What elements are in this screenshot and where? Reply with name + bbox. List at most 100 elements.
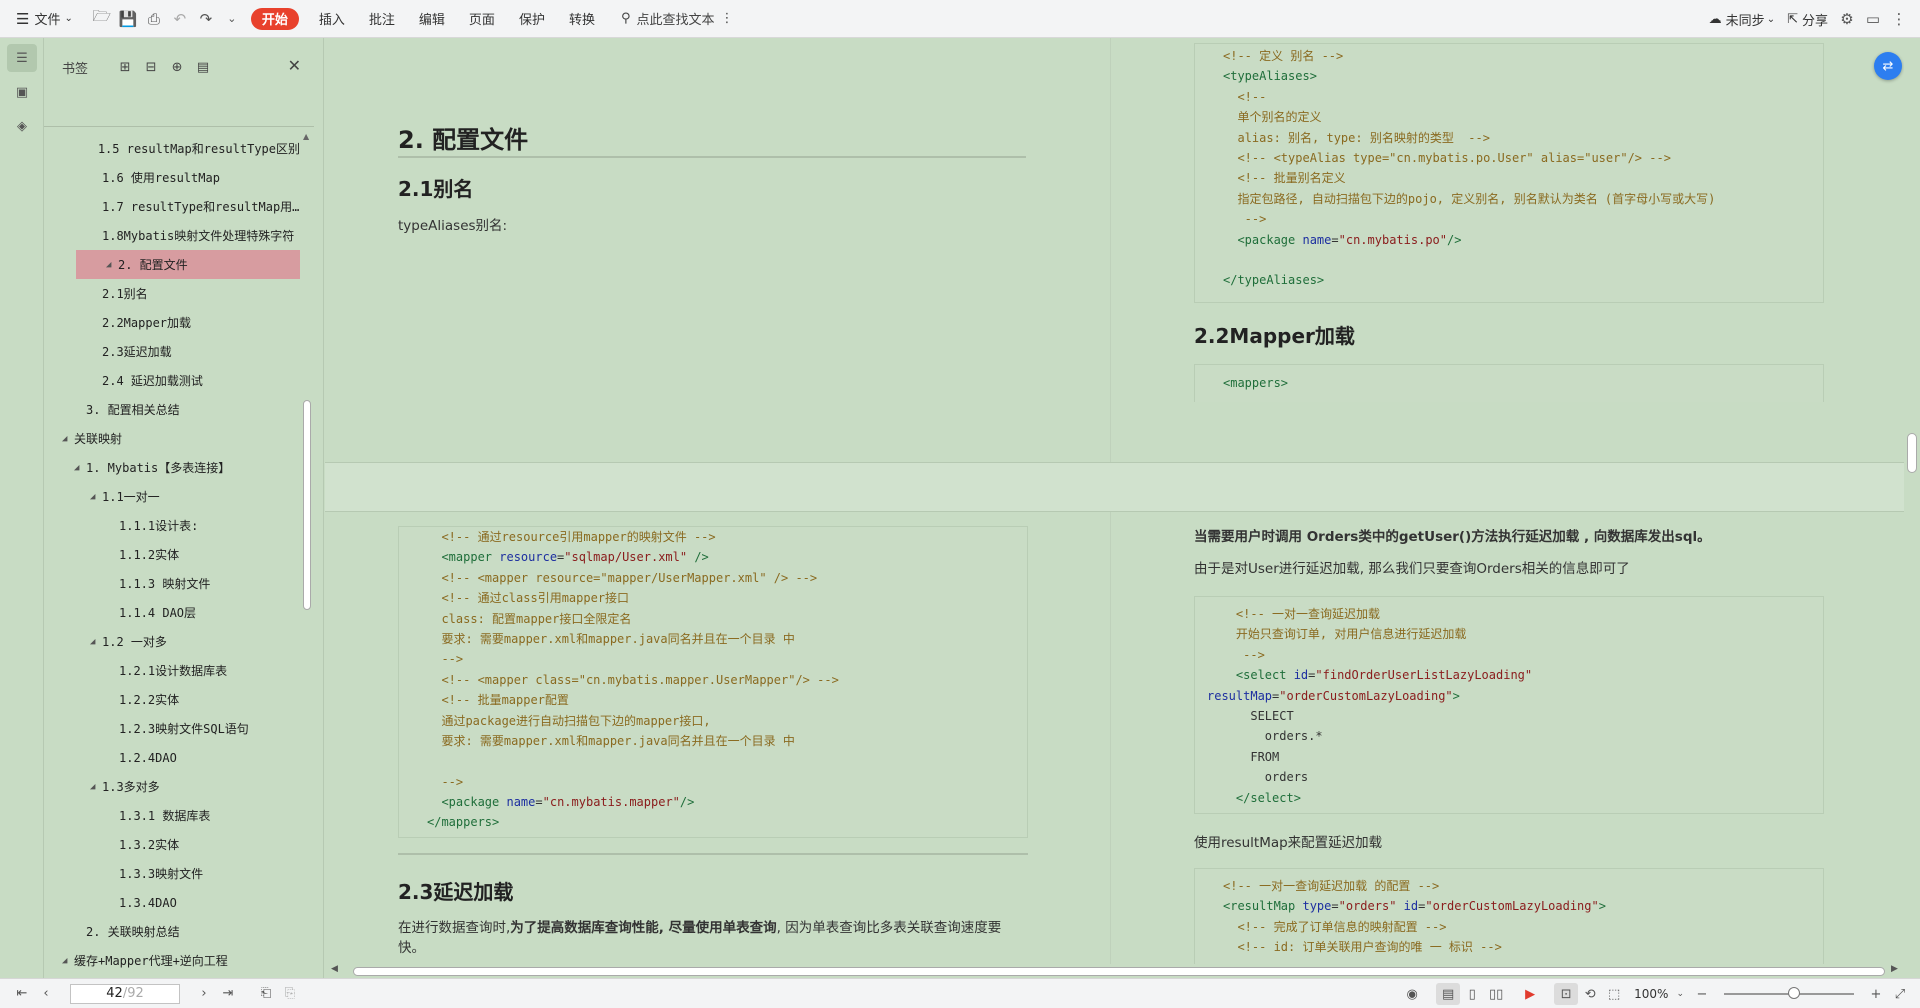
tab-edit[interactable]: 编辑: [407, 6, 457, 32]
document-vertical-scrollbar[interactable]: [1904, 38, 1920, 978]
find-text-label: 点此查找文本: [636, 13, 715, 28]
save-icon[interactable]: 💾: [115, 6, 141, 32]
code-token: <select: [1207, 668, 1294, 683]
tab-page[interactable]: 页面: [457, 6, 507, 32]
bookmark-item[interactable]: ◢ 1. Mybatis【多表连接】: [44, 453, 300, 482]
bookmark-item[interactable]: 2.1别名: [44, 279, 300, 308]
continuous-view-icon[interactable]: ▤: [1436, 983, 1461, 1005]
chevron-down-icon[interactable]: ⌄: [1676, 989, 1684, 999]
document-horizontal-scrollbar[interactable]: ◀ ▶: [325, 964, 1905, 978]
play-icon[interactable]: ▶: [1518, 983, 1542, 1005]
code-token: "sqlmap/User.xml": [564, 550, 688, 565]
bookmark-item[interactable]: ◢ 1.1一对一: [44, 482, 300, 511]
first-page-icon[interactable]: ⇤: [10, 983, 34, 1005]
bookmark-scrollbar[interactable]: ▲ ▼: [302, 132, 312, 1008]
bookmark-item[interactable]: 1.1.4 DAO层: [44, 598, 300, 627]
file-menu[interactable]: ☰ 文件 ⌄: [10, 6, 79, 32]
undo-icon[interactable]: ↶: [167, 6, 193, 32]
zoom-out-icon[interactable]: −: [1690, 983, 1714, 1005]
page-number-input[interactable]: 42/92: [70, 983, 180, 1004]
bookmark-item[interactable]: 1.3.2实体: [44, 830, 300, 859]
zoom-slider[interactable]: [1724, 987, 1854, 999]
expand-all-icon[interactable]: ⊞: [116, 58, 134, 76]
bookmark-item[interactable]: 1.2.2实体: [44, 685, 300, 714]
tab-start[interactable]: 开始: [250, 7, 299, 30]
gear-icon[interactable]: ⚙: [1834, 6, 1860, 32]
bookmark-item[interactable]: 2. 关联映射总结: [44, 917, 300, 946]
double-page-icon[interactable]: ▯▯: [1484, 983, 1508, 1005]
document-scroll-thumb[interactable]: [1907, 433, 1917, 473]
bookmark-item[interactable]: ◢ 2. 配置文件: [76, 250, 300, 279]
zoom-slider-knob[interactable]: [1788, 987, 1800, 999]
eye-protection-icon[interactable]: ◉: [1400, 983, 1424, 1005]
tab-insert[interactable]: 插入: [307, 6, 357, 32]
bookmark-scroll-thumb[interactable]: [303, 400, 311, 610]
bookmark-item[interactable]: 1.7 resultType和resultMap用…: [44, 192, 300, 221]
fit-width-icon[interactable]: ⊡: [1554, 983, 1579, 1005]
close-icon[interactable]: ✕: [288, 56, 301, 75]
bookmark-item[interactable]: 1.3.4DAO: [44, 888, 300, 917]
tab-convert[interactable]: 转换: [557, 6, 607, 32]
bookmark-item[interactable]: 1.3.3映射文件: [44, 859, 300, 888]
fit-page-icon[interactable]: ⬚: [1602, 983, 1626, 1005]
bookmark-item[interactable]: ◢ 1.3多对多: [44, 772, 300, 801]
print-icon[interactable]: ⎙: [141, 6, 167, 32]
bookmark-item[interactable]: 2.4 延迟加载测试: [44, 366, 300, 395]
expand-arrow-icon[interactable]: ◢: [74, 463, 86, 473]
page-back-icon[interactable]: ⎗: [254, 983, 278, 1005]
more-vertical-icon[interactable]: ⋮: [1886, 6, 1912, 32]
comment-icon[interactable]: ▭: [1860, 6, 1886, 32]
collapse-all-icon[interactable]: ⊟: [142, 58, 160, 76]
bookmark-item[interactable]: 1.1.1设计表:: [44, 511, 300, 540]
bookmark-list-icon[interactable]: ▤: [194, 58, 212, 76]
bookmark-item[interactable]: 2.2Mapper加载: [44, 308, 300, 337]
thumbnail-icon[interactable]: ▣: [7, 78, 37, 106]
redo-icon[interactable]: ↷: [193, 6, 219, 32]
bookmark-item[interactable]: 1.8Mybatis映射文件处理特殊字符: [44, 221, 300, 250]
expand-arrow-icon[interactable]: ◢: [90, 637, 102, 647]
tab-comment[interactable]: 批注: [357, 6, 407, 32]
scroll-left-icon[interactable]: ◀: [331, 964, 338, 974]
find-text-button[interactable]: ⚲ 点此查找文本 ⋮: [615, 6, 740, 32]
open-folder-icon[interactable]: 🗁: [89, 6, 115, 32]
bookmark-item[interactable]: ◢ 1.2 一对多: [44, 627, 300, 656]
scroll-right-icon[interactable]: ▶: [1891, 964, 1898, 974]
bookmark-item[interactable]: 2.3延迟加载: [44, 337, 300, 366]
bookmark-item[interactable]: 1.5 resultMap和resultType区别: [44, 134, 300, 163]
last-page-icon[interactable]: ⇥: [216, 983, 240, 1005]
single-page-icon[interactable]: ▯: [1460, 983, 1484, 1005]
bookmark-item[interactable]: 1.2.3映射文件SQL语句: [44, 714, 300, 743]
fullscreen-icon[interactable]: ⤢: [1888, 983, 1912, 1005]
next-page-icon[interactable]: ›: [192, 983, 216, 1005]
bookmark-item[interactable]: 1.3.1 数据库表: [44, 801, 300, 830]
zoom-in-icon[interactable]: +: [1864, 983, 1888, 1005]
tab-protect[interactable]: 保护: [507, 6, 557, 32]
scroll-up-icon[interactable]: ▲: [303, 132, 309, 141]
bookmark-item[interactable]: ◢ 缓存+Mapper代理+逆向工程: [44, 946, 300, 975]
outline-icon[interactable]: ☰: [7, 44, 37, 72]
page-forward-icon[interactable]: ⎘: [278, 983, 302, 1005]
bookmark-item[interactable]: 1.1.2实体: [44, 540, 300, 569]
bookmark-item[interactable]: 1.6 使用resultMap: [44, 163, 300, 192]
rotate-icon[interactable]: ⟲: [1578, 983, 1602, 1005]
bookmark-label: 1.1.4 DAO层: [119, 606, 197, 620]
more-dropdown-icon[interactable]: ⌄: [219, 6, 245, 32]
tag-icon[interactable]: ◈: [7, 112, 37, 140]
add-bookmark-icon[interactable]: ⊕: [168, 58, 186, 76]
expand-arrow-icon[interactable]: ◢: [62, 434, 74, 444]
bookmark-item[interactable]: 3. 配置相关总结: [44, 395, 300, 424]
prev-page-icon[interactable]: ‹: [34, 983, 58, 1005]
expand-arrow-icon[interactable]: ◢: [90, 492, 102, 502]
expand-arrow-icon[interactable]: ◢: [90, 782, 102, 792]
bookmark-item[interactable]: 1.2.4DAO: [44, 743, 300, 772]
bookmark-item[interactable]: 1.2.1设计数据库表: [44, 656, 300, 685]
expand-arrow-icon[interactable]: ◢: [106, 260, 118, 270]
sync-button[interactable]: ☁ 未同步 ⌄: [1703, 6, 1781, 32]
expand-arrow-icon[interactable]: ◢: [62, 956, 74, 966]
floating-translate-button[interactable]: ⇄: [1874, 52, 1902, 80]
bookmark-item[interactable]: ◢ 关联映射: [44, 424, 300, 453]
horizontal-scroll-thumb[interactable]: [353, 967, 1885, 976]
zoom-level[interactable]: 100%: [1634, 987, 1668, 1001]
share-button[interactable]: ⇱ 分享: [1781, 6, 1834, 32]
bookmark-item[interactable]: 1.1.3 映射文件: [44, 569, 300, 598]
